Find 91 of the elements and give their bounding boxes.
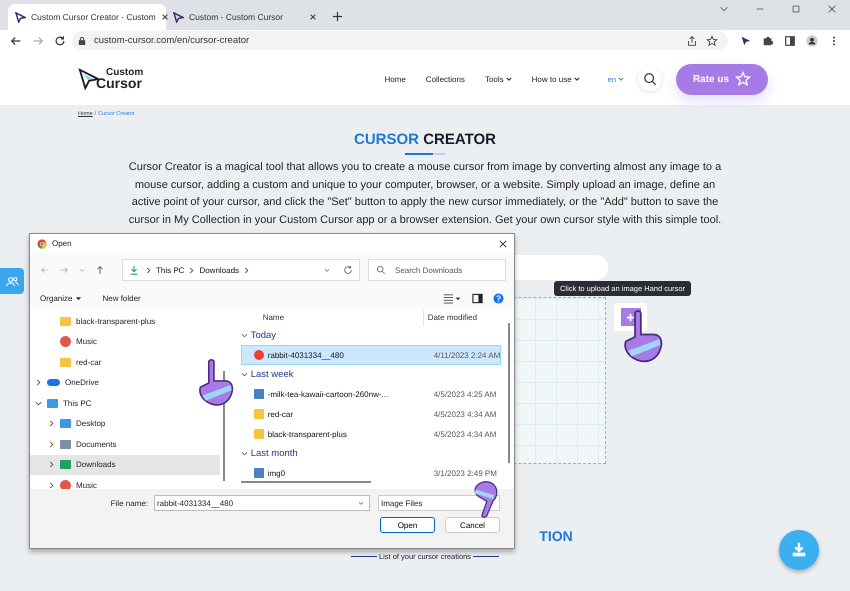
open-button[interactable]: Open xyxy=(380,517,435,533)
column-header[interactable]: Date modified xyxy=(422,309,478,326)
nav-link[interactable]: How to use xyxy=(532,74,580,84)
chevron-icon[interactable] xyxy=(240,450,248,457)
dialog-title: Open xyxy=(52,239,72,248)
chevron-down-icon[interactable] xyxy=(357,499,365,507)
puzzle-icon[interactable] xyxy=(762,34,774,46)
scrollbar[interactable] xyxy=(508,323,510,463)
chevron-icon[interactable] xyxy=(240,371,248,378)
star-icon[interactable] xyxy=(706,34,718,46)
reload-icon[interactable] xyxy=(54,34,66,46)
chevron-right-icon[interactable] xyxy=(189,266,194,274)
chevron-icon[interactable] xyxy=(48,482,55,489)
nav-link[interactable]: Home xyxy=(384,74,406,84)
scrollbar[interactable] xyxy=(240,481,371,483)
close-icon[interactable] xyxy=(309,13,317,21)
file-row[interactable]: img0 3/1/2023 2:49 PM xyxy=(240,463,502,483)
chevron-icon[interactable] xyxy=(48,461,55,468)
people-icon xyxy=(6,274,18,288)
file-name-label: File name: xyxy=(110,498,148,508)
plus-icon xyxy=(626,312,635,322)
site-logo[interactable]: Custom Cursor xyxy=(78,68,144,90)
chevron-right-icon[interactable] xyxy=(244,266,250,274)
folder-icon xyxy=(60,358,71,367)
chevron-right-icon[interactable] xyxy=(146,266,151,274)
nav-item[interactable]: Music xyxy=(30,332,101,352)
close-icon[interactable] xyxy=(160,13,169,21)
nav-item[interactable]: black-transparent-plus xyxy=(30,311,160,332)
group-header[interactable]: Last week xyxy=(250,369,294,380)
close-icon[interactable] xyxy=(499,240,507,248)
plus-icon[interactable] xyxy=(332,11,343,22)
chevron-icon[interactable] xyxy=(35,379,42,386)
caret-icon[interactable] xyxy=(506,76,512,82)
browser-tab[interactable]: Custom Cursor Creator - Custom xyxy=(8,4,166,30)
up-arrow-icon[interactable] xyxy=(95,265,105,275)
column-header[interactable]: Name xyxy=(240,313,423,322)
search-field[interactable]: Search Downloads xyxy=(368,259,506,281)
file-row[interactable]: -milk-tea-kawaii-cartoon-260nw-... 4/5/2023 4:25 AM xyxy=(240,384,502,404)
nav-item[interactable]: Desktop xyxy=(30,414,110,434)
address-field[interactable]: custom-cursor.com/en/cursor-creator xyxy=(72,31,728,50)
star-icon xyxy=(735,71,752,87)
folder-icon xyxy=(60,316,71,326)
side-panel-button[interactable] xyxy=(0,268,24,294)
file-row[interactable]: rabbit-4031334__480 4/11/2023 2:24 AM xyxy=(240,345,502,365)
toolbar-button[interactable]: New folder xyxy=(102,294,141,302)
back-arrow-icon[interactable] xyxy=(10,34,22,46)
search-icon xyxy=(643,72,657,86)
path-segment[interactable]: Downloads xyxy=(199,266,240,274)
chevron-icon[interactable] xyxy=(48,440,55,448)
path-field[interactable]: This PC Downloads xyxy=(122,259,360,281)
profile-icon[interactable] xyxy=(806,34,818,46)
cursor-arrow-icon xyxy=(173,12,184,22)
side-panel-icon[interactable] xyxy=(784,34,796,46)
file-row[interactable]: black-transparent-plus 4/5/2023 4:34 AM xyxy=(240,424,502,444)
nav-item[interactable]: red-car xyxy=(30,352,106,372)
caret-icon[interactable] xyxy=(574,76,580,82)
page-title: CURSOR CREATOR xyxy=(354,131,496,148)
nav-link[interactable]: Collections xyxy=(426,74,465,84)
refresh-icon[interactable] xyxy=(343,265,353,275)
nav-link[interactable]: Tools xyxy=(484,74,512,84)
file-row[interactable]: red-car 4/5/2023 4:34 AM xyxy=(240,404,502,424)
share-icon[interactable] xyxy=(686,34,698,46)
description-paragraph: Cursor Creator is a magical tool that allows you to create a mouse cursor from image by converting almost any image to a mouse cursor, adding a custom and unique to your computer, browser, or a website. Simply upload an image, define an active point of your cursor, and click the "Set" button to apply the new cursor immediately, or the "Add" button to save the cursor in My Collection in your Custom Cursor app or a browser extension. Get your own cursor style with this simple tool. xyxy=(128,160,722,228)
nav-item[interactable]: This PC xyxy=(30,393,96,414)
file-type-dropdown[interactable]: Image Files xyxy=(378,495,500,511)
view-options-icon[interactable] xyxy=(442,292,462,304)
nav-item[interactable]: Downloads xyxy=(30,454,220,475)
group-header[interactable]: Today xyxy=(250,330,276,341)
cursor-arrow-icon[interactable] xyxy=(740,34,752,46)
toolbar-button[interactable]: Organize xyxy=(40,294,82,302)
nav-item[interactable]: Documents xyxy=(30,434,120,454)
cursor-arrow-icon xyxy=(15,12,26,22)
group-header[interactable]: Last month xyxy=(250,448,298,459)
chevron-down-icon[interactable] xyxy=(323,266,331,274)
caret-icon[interactable] xyxy=(75,294,82,302)
search-button[interactable] xyxy=(638,67,662,91)
maximize-icon[interactable] xyxy=(791,4,801,14)
path-segment[interactable]: This PC xyxy=(156,266,184,274)
lock-icon xyxy=(78,36,86,46)
folder-icon xyxy=(254,429,264,439)
chevron-icon[interactable] xyxy=(35,400,42,407)
chevron-icon[interactable] xyxy=(48,420,55,428)
cancel-button[interactable]: Cancel xyxy=(445,517,500,533)
help-icon[interactable] xyxy=(493,292,504,304)
preview-pane-icon[interactable] xyxy=(472,292,483,304)
nav-item[interactable]: OneDrive xyxy=(30,372,103,393)
file-name-field[interactable]: rabbit-4031334__480 xyxy=(154,495,370,511)
browser-tab[interactable]: Custom - Custom Cursor xyxy=(166,4,324,30)
section-heading: TION xyxy=(539,528,573,544)
folder-icon xyxy=(254,409,264,419)
chevron-icon[interactable] xyxy=(240,332,248,339)
